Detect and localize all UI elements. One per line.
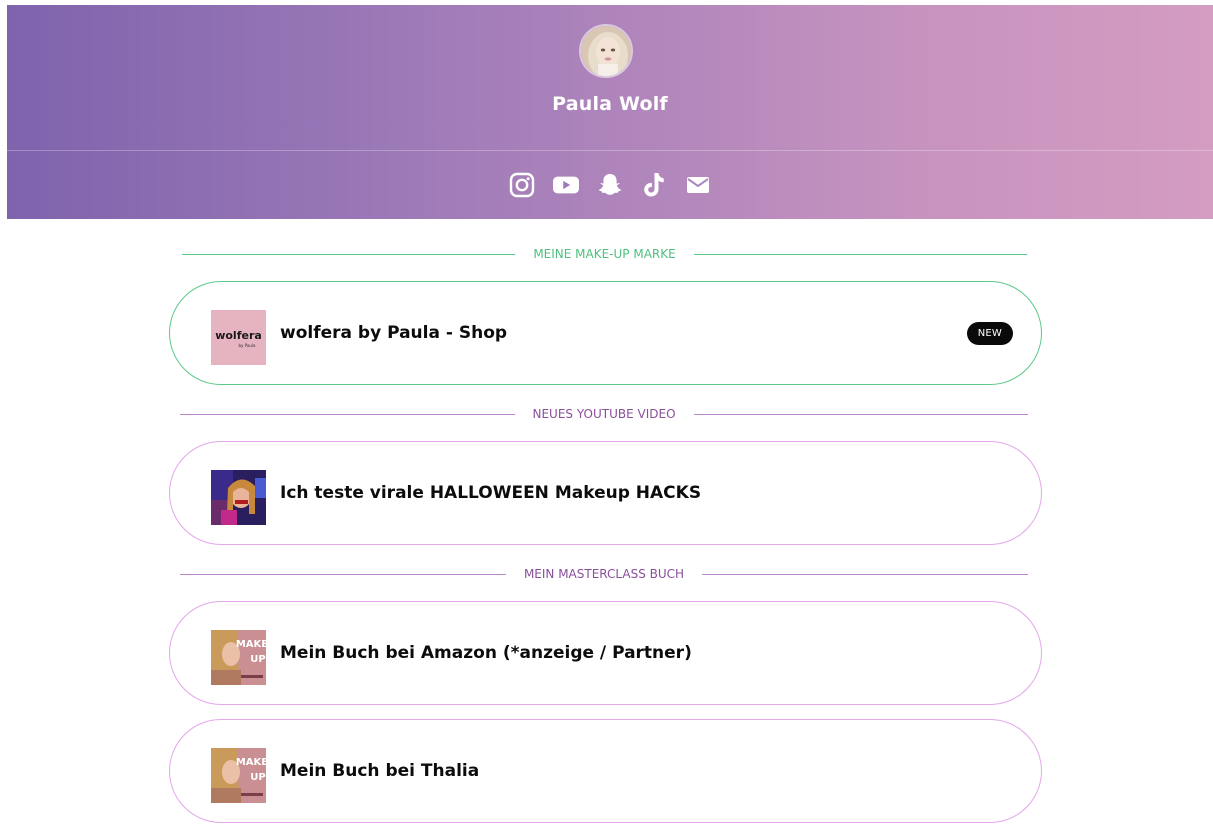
social-links xyxy=(7,171,1213,199)
section-divider-line xyxy=(180,413,515,415)
section-divider-line xyxy=(693,413,1029,415)
snapchat-icon[interactable] xyxy=(597,172,623,198)
svg-text:UP: UP xyxy=(250,654,265,665)
tiktok-icon[interactable] xyxy=(641,172,667,198)
svg-text:by Paula: by Paula xyxy=(239,343,257,348)
avatar[interactable] xyxy=(579,24,633,78)
section-label-masterclass-book: MEIN MASTERCLASS BUCH xyxy=(180,566,1028,582)
svg-text:MAKE: MAKE xyxy=(236,757,266,768)
section-divider-line xyxy=(702,573,1028,575)
link-card-book-thalia[interactable]: MAKE UP Mein Buch bei Thalia xyxy=(169,719,1042,823)
link-title: Ich teste virale HALLOWEEN Makeup HACKS xyxy=(280,483,702,503)
youtube-icon[interactable] xyxy=(553,172,579,198)
profile-header: Paula Wolf xyxy=(7,5,1213,219)
link-card-wolfera-shop[interactable]: wolfera by Paula wolfera by Paula - Shop… xyxy=(169,281,1042,385)
new-badge: NEW xyxy=(966,322,1013,345)
book-cover-thumbnail: MAKE UP xyxy=(211,748,266,803)
section-label-text: MEINE MAKE-UP MARKE xyxy=(533,247,676,261)
profile-name: Paula Wolf xyxy=(552,93,668,115)
svg-text:MAKE: MAKE xyxy=(236,639,266,650)
svg-text:UP: UP xyxy=(250,772,265,783)
instagram-icon[interactable] xyxy=(509,172,535,198)
video-thumbnail xyxy=(211,470,266,525)
svg-text:wolfera: wolfera xyxy=(215,329,262,342)
link-title: Mein Buch bei Amazon (*anzeige / Partner… xyxy=(280,643,692,663)
wolfera-logo-thumbnail: wolfera by Paula xyxy=(211,310,266,365)
link-title: Mein Buch bei Thalia xyxy=(280,761,480,781)
section-divider-line xyxy=(180,573,506,575)
link-title: wolfera by Paula - Shop xyxy=(280,323,508,343)
link-card-book-amazon[interactable]: MAKE UP Mein Buch bei Amazon (*anzeige /… xyxy=(169,601,1042,705)
section-label-text: MEIN MASTERCLASS BUCH xyxy=(523,567,685,581)
header-divider xyxy=(7,150,1213,151)
link-card-halloween-video[interactable]: Ich teste virale HALLOWEEN Makeup HACKS xyxy=(169,441,1042,545)
mail-icon[interactable] xyxy=(685,172,711,198)
section-label-youtube-video: NEUES YOUTUBE VIDEO xyxy=(180,406,1029,422)
section-label-makeup-brand: MEINE MAKE-UP MARKE xyxy=(182,246,1028,262)
section-label-text: NEUES YOUTUBE VIDEO xyxy=(532,407,676,421)
section-divider-line xyxy=(182,253,516,255)
book-cover-thumbnail: MAKE UP xyxy=(211,630,266,685)
section-divider-line xyxy=(693,253,1028,255)
